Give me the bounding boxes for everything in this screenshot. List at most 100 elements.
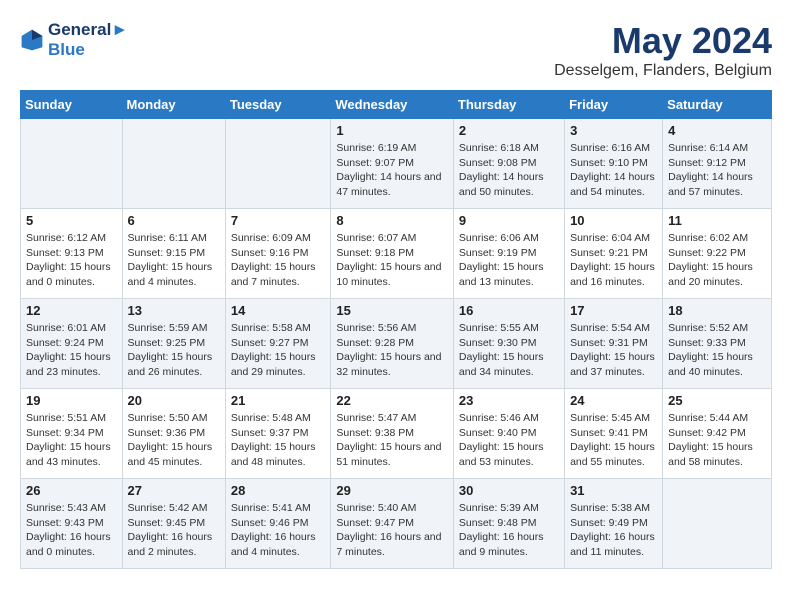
day-number: 10	[570, 213, 657, 228]
day-number: 5	[26, 213, 117, 228]
calendar-cell: 20 Sunrise: 5:50 AM Sunset: 9:36 PM Dayli…	[122, 389, 225, 479]
day-number: 16	[459, 303, 559, 318]
day-number: 3	[570, 123, 657, 138]
day-content: Sunrise: 5:42 AM Sunset: 9:45 PM Dayligh…	[128, 501, 220, 560]
calendar-cell: 24 Sunrise: 5:45 AM Sunset: 9:41 PM Dayli…	[565, 389, 663, 479]
day-number: 12	[26, 303, 117, 318]
day-content: Sunrise: 5:44 AM Sunset: 9:42 PM Dayligh…	[668, 411, 766, 470]
day-number: 28	[231, 483, 326, 498]
day-content: Sunrise: 6:11 AM Sunset: 9:15 PM Dayligh…	[128, 231, 220, 290]
day-content: Sunrise: 6:16 AM Sunset: 9:10 PM Dayligh…	[570, 141, 657, 200]
day-content: Sunrise: 6:01 AM Sunset: 9:24 PM Dayligh…	[26, 321, 117, 380]
weekday-header-wednesday: Wednesday	[331, 91, 454, 119]
weekday-header-thursday: Thursday	[453, 91, 564, 119]
calendar-cell: 22 Sunrise: 5:47 AM Sunset: 9:38 PM Dayli…	[331, 389, 454, 479]
calendar-cell: 5 Sunrise: 6:12 AM Sunset: 9:13 PM Daylig…	[21, 209, 123, 299]
weekday-header-row: SundayMondayTuesdayWednesdayThursdayFrid…	[21, 91, 772, 119]
calendar-table: SundayMondayTuesdayWednesdayThursdayFrid…	[20, 90, 772, 569]
calendar-cell: 18 Sunrise: 5:52 AM Sunset: 9:33 PM Dayli…	[663, 299, 772, 389]
day-number: 4	[668, 123, 766, 138]
day-number: 25	[668, 393, 766, 408]
day-content: Sunrise: 5:45 AM Sunset: 9:41 PM Dayligh…	[570, 411, 657, 470]
day-content: Sunrise: 5:38 AM Sunset: 9:49 PM Dayligh…	[570, 501, 657, 560]
day-content: Sunrise: 5:47 AM Sunset: 9:38 PM Dayligh…	[336, 411, 448, 470]
calendar-cell: 11 Sunrise: 6:02 AM Sunset: 9:22 PM Dayli…	[663, 209, 772, 299]
day-content: Sunrise: 5:56 AM Sunset: 9:28 PM Dayligh…	[336, 321, 448, 380]
day-content: Sunrise: 5:58 AM Sunset: 9:27 PM Dayligh…	[231, 321, 326, 380]
day-content: Sunrise: 6:12 AM Sunset: 9:13 PM Dayligh…	[26, 231, 117, 290]
calendar-cell: 19 Sunrise: 5:51 AM Sunset: 9:34 PM Dayli…	[21, 389, 123, 479]
day-number: 1	[336, 123, 448, 138]
calendar-cell: 17Sunrise: 5:54 AM Sunset: 9:31 PM Dayli…	[565, 299, 663, 389]
day-number: 23	[459, 393, 559, 408]
day-number: 15	[336, 303, 448, 318]
day-content: Sunrise: 6:14 AM Sunset: 9:12 PM Dayligh…	[668, 141, 766, 200]
week-row-5: 26 Sunrise: 5:43 AM Sunset: 9:43 PM Dayli…	[21, 479, 772, 569]
day-content: Sunrise: 6:06 AM Sunset: 9:19 PM Dayligh…	[459, 231, 559, 290]
calendar-cell	[122, 119, 225, 209]
title-block: May 2024 Desselgem, Flanders, Belgium	[554, 20, 772, 80]
day-number: 30	[459, 483, 559, 498]
calendar-cell: 30 Sunrise: 5:39 AM Sunset: 9:48 PM Dayli…	[453, 479, 564, 569]
day-number: 18	[668, 303, 766, 318]
calendar-cell	[663, 479, 772, 569]
day-content: Sunrise: 5:55 AM Sunset: 9:30 PM Dayligh…	[459, 321, 559, 380]
week-row-2: 5 Sunrise: 6:12 AM Sunset: 9:13 PM Daylig…	[21, 209, 772, 299]
calendar-cell	[21, 119, 123, 209]
calendar-cell: 21Sunrise: 5:48 AM Sunset: 9:37 PM Dayli…	[225, 389, 331, 479]
calendar-cell: 9Sunrise: 6:06 AM Sunset: 9:19 PM Daylig…	[453, 209, 564, 299]
day-number: 24	[570, 393, 657, 408]
calendar-cell: 25 Sunrise: 5:44 AM Sunset: 9:42 PM Dayli…	[663, 389, 772, 479]
day-content: Sunrise: 6:19 AM Sunset: 9:07 PM Dayligh…	[336, 141, 448, 200]
week-row-4: 19 Sunrise: 5:51 AM Sunset: 9:34 PM Dayli…	[21, 389, 772, 479]
day-content: Sunrise: 5:59 AM Sunset: 9:25 PM Dayligh…	[128, 321, 220, 380]
day-number: 19	[26, 393, 117, 408]
page-header: General► Blue May 2024 Desselgem, Flande…	[20, 20, 772, 80]
day-number: 11	[668, 213, 766, 228]
calendar-cell: 4 Sunrise: 6:14 AM Sunset: 9:12 PM Daylig…	[663, 119, 772, 209]
calendar-cell: 27 Sunrise: 5:42 AM Sunset: 9:45 PM Dayli…	[122, 479, 225, 569]
day-number: 29	[336, 483, 448, 498]
weekday-header-tuesday: Tuesday	[225, 91, 331, 119]
calendar-cell: 31Sunrise: 5:38 AM Sunset: 9:49 PM Dayli…	[565, 479, 663, 569]
day-number: 6	[128, 213, 220, 228]
calendar-cell: 23Sunrise: 5:46 AM Sunset: 9:40 PM Dayli…	[453, 389, 564, 479]
calendar-cell: 12 Sunrise: 6:01 AM Sunset: 9:24 PM Dayli…	[21, 299, 123, 389]
calendar-cell: 29 Sunrise: 5:40 AM Sunset: 9:47 PM Dayli…	[331, 479, 454, 569]
calendar-cell: 7 Sunrise: 6:09 AM Sunset: 9:16 PM Daylig…	[225, 209, 331, 299]
day-content: Sunrise: 6:18 AM Sunset: 9:08 PM Dayligh…	[459, 141, 559, 200]
day-content: Sunrise: 6:07 AM Sunset: 9:18 PM Dayligh…	[336, 231, 448, 290]
day-content: Sunrise: 5:51 AM Sunset: 9:34 PM Dayligh…	[26, 411, 117, 470]
day-content: Sunrise: 5:50 AM Sunset: 9:36 PM Dayligh…	[128, 411, 220, 470]
day-number: 7	[231, 213, 326, 228]
day-content: Sunrise: 5:52 AM Sunset: 9:33 PM Dayligh…	[668, 321, 766, 380]
day-number: 22	[336, 393, 448, 408]
logo-icon	[20, 28, 44, 52]
calendar-cell: 14Sunrise: 5:58 AM Sunset: 9:27 PM Dayli…	[225, 299, 331, 389]
logo-text: General► Blue	[48, 20, 128, 60]
day-content: Sunrise: 5:41 AM Sunset: 9:46 PM Dayligh…	[231, 501, 326, 560]
day-content: Sunrise: 6:02 AM Sunset: 9:22 PM Dayligh…	[668, 231, 766, 290]
day-content: Sunrise: 5:40 AM Sunset: 9:47 PM Dayligh…	[336, 501, 448, 560]
logo: General► Blue	[20, 20, 128, 60]
day-content: Sunrise: 5:54 AM Sunset: 9:31 PM Dayligh…	[570, 321, 657, 380]
calendar-cell: 6 Sunrise: 6:11 AM Sunset: 9:15 PM Daylig…	[122, 209, 225, 299]
calendar-cell: 10Sunrise: 6:04 AM Sunset: 9:21 PM Dayli…	[565, 209, 663, 299]
day-content: Sunrise: 5:43 AM Sunset: 9:43 PM Dayligh…	[26, 501, 117, 560]
calendar-cell: 28 Sunrise: 5:41 AM Sunset: 9:46 PM Dayli…	[225, 479, 331, 569]
calendar-cell: 1 Sunrise: 6:19 AM Sunset: 9:07 PM Daylig…	[331, 119, 454, 209]
calendar-cell: 16 Sunrise: 5:55 AM Sunset: 9:30 PM Dayli…	[453, 299, 564, 389]
calendar-cell: 3 Sunrise: 6:16 AM Sunset: 9:10 PM Daylig…	[565, 119, 663, 209]
weekday-header-friday: Friday	[565, 91, 663, 119]
weekday-header-sunday: Sunday	[21, 91, 123, 119]
day-number: 27	[128, 483, 220, 498]
day-content: Sunrise: 5:48 AM Sunset: 9:37 PM Dayligh…	[231, 411, 326, 470]
day-content: Sunrise: 5:39 AM Sunset: 9:48 PM Dayligh…	[459, 501, 559, 560]
day-number: 2	[459, 123, 559, 138]
weekday-header-monday: Monday	[122, 91, 225, 119]
day-number: 20	[128, 393, 220, 408]
week-row-3: 12 Sunrise: 6:01 AM Sunset: 9:24 PM Dayli…	[21, 299, 772, 389]
day-number: 8	[336, 213, 448, 228]
day-number: 26	[26, 483, 117, 498]
day-content: Sunrise: 6:09 AM Sunset: 9:16 PM Dayligh…	[231, 231, 326, 290]
